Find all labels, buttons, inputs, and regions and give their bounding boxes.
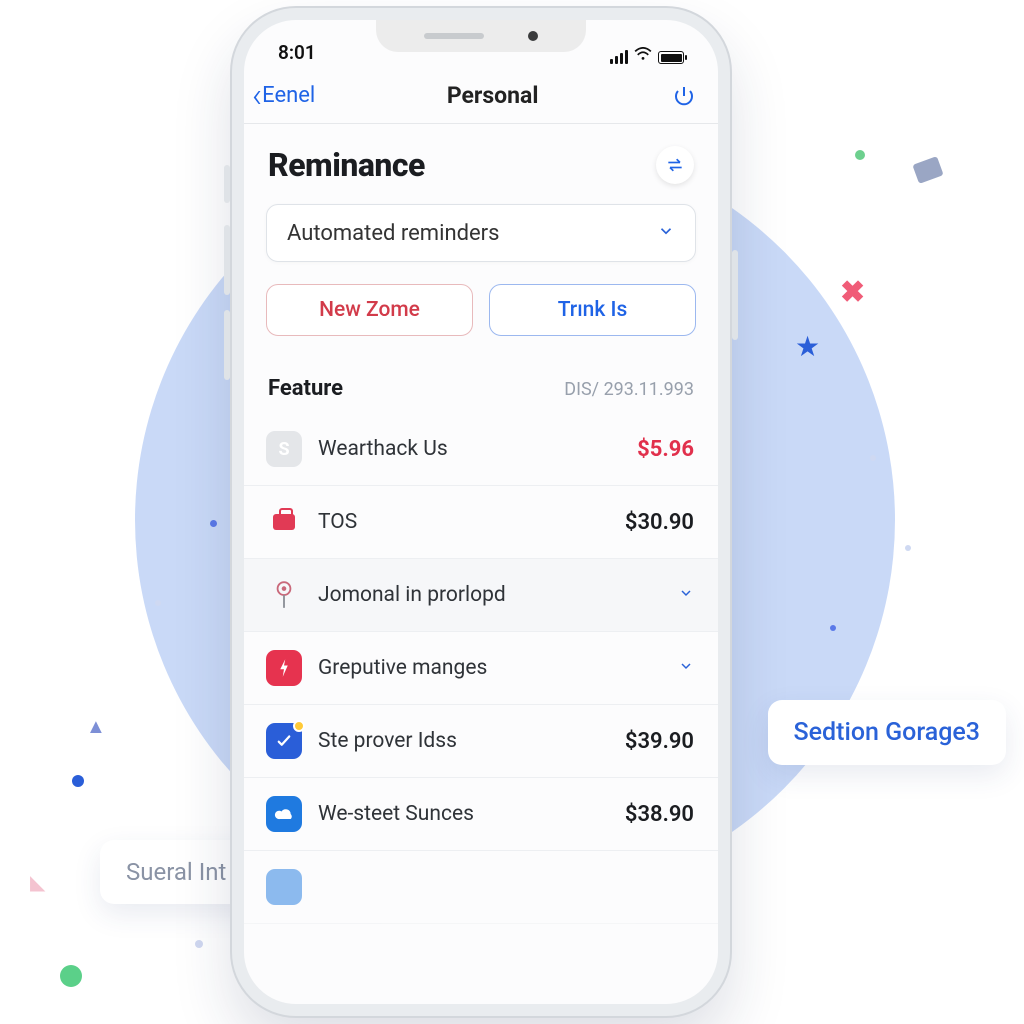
new-zome-button[interactable]: New Zome [266,284,473,336]
confetti-shape: ◣ [30,870,45,894]
list-item-label: TOS [318,510,609,534]
list-item-amount [689,875,694,900]
transfer-button[interactable] [656,146,694,184]
confetti-dot [155,600,161,606]
list-item-label: Ste prover Idss [318,729,609,753]
transfer-icon [665,155,685,175]
floating-card-right: Sedtion Gorage3 [768,700,1006,765]
status-time: 8:01 [278,41,316,64]
phone-screen: 8:01 ‹ Eenel Personal Reminance [244,20,718,1004]
confetti-dot [210,520,217,527]
list-item-label: Greputive manges [318,656,662,680]
page-heading-row: Reminance [244,124,718,198]
list-item-amount: $30.90 [625,510,694,535]
dollar-icon: S [266,431,302,467]
list-item[interactable]: We-steet Sunces $38.90 [244,778,718,851]
chevron-down-icon [678,658,694,678]
list-item[interactable]: Ste prover Idss $39.90 [244,705,718,778]
confetti-dot [855,150,865,160]
check-icon [266,723,302,759]
back-button[interactable]: ‹ Eenel [252,79,315,113]
nav-header: ‹ Eenel Personal [244,68,718,124]
list-item-label: Wearthack Us [318,437,621,461]
reminder-dropdown[interactable]: Automated reminders [266,204,696,262]
list-item[interactable]: Greputive manges [244,632,718,705]
dropdown-selected: Automated reminders [287,221,499,246]
briefcase-icon [266,504,302,540]
content-area: Reminance Automated reminders New Zome T… [244,124,718,1004]
notification-dot [293,720,305,732]
chevron-down-icon [657,221,675,246]
phone-speaker [424,33,484,39]
confetti-star: ★ [795,330,820,363]
confetti-dot [905,545,911,551]
phone-mute-switch [224,165,230,203]
list-item[interactable] [244,851,718,924]
feature-meta: DIS/ 293.11.993 [564,379,694,400]
list-item-amount: $5.96 [637,437,694,462]
phone-power-side [732,250,738,340]
phone-notch [376,20,586,52]
status-icons [610,47,684,64]
list-item-amount: $38.90 [625,802,694,827]
confetti-dot [60,965,82,987]
back-label: Eenel [262,83,315,108]
nav-title: Personal [447,82,539,109]
wifi-icon [634,47,652,64]
chevron-down-icon [678,585,694,605]
battery-icon [658,51,684,64]
confetti-dot [195,940,203,948]
trink-is-button[interactable]: Trınk Is [489,284,696,336]
list-item-label [318,875,673,899]
list-item[interactable]: Jomonal in prorlopd [244,559,718,632]
phone-volume-down [224,310,230,380]
list-item-label: We-steet Sunces [318,802,609,826]
cloud-icon [266,796,302,832]
confetti-triangle: ▲ [86,714,106,739]
phone-volume-up [224,225,230,295]
list-item-label: Jomonal in prorlopd [318,583,662,607]
signal-icon [610,50,628,64]
list-item[interactable]: TOS $30.90 [244,486,718,559]
confetti-dot [830,625,836,631]
list-item-amount: $39.90 [625,729,694,754]
feature-label: Feature [268,376,343,401]
phone-frame: 8:01 ‹ Eenel Personal Reminance [232,8,730,1016]
chevron-left-icon: ‹ [252,79,262,113]
generic-icon [266,869,302,905]
pin-icon [266,577,302,613]
list-item[interactable]: S Wearthack Us $5.96 [244,413,718,486]
feature-header: Feature DIS/ 293.11.993 [244,336,718,413]
confetti-x: ✖ [840,275,865,310]
power-button[interactable] [670,82,698,110]
power-icon [672,84,696,108]
confetti-dot [870,455,876,461]
confetti-square [912,156,943,184]
feature-list: S Wearthack Us $5.96 TOS $30.90 Jomonal … [244,413,718,924]
bolt-icon [266,650,302,686]
confetti-dot [72,775,84,787]
action-button-row: New Zome Trınk Is [244,262,718,336]
phone-camera [528,31,538,41]
page-title: Reminance [268,146,425,184]
